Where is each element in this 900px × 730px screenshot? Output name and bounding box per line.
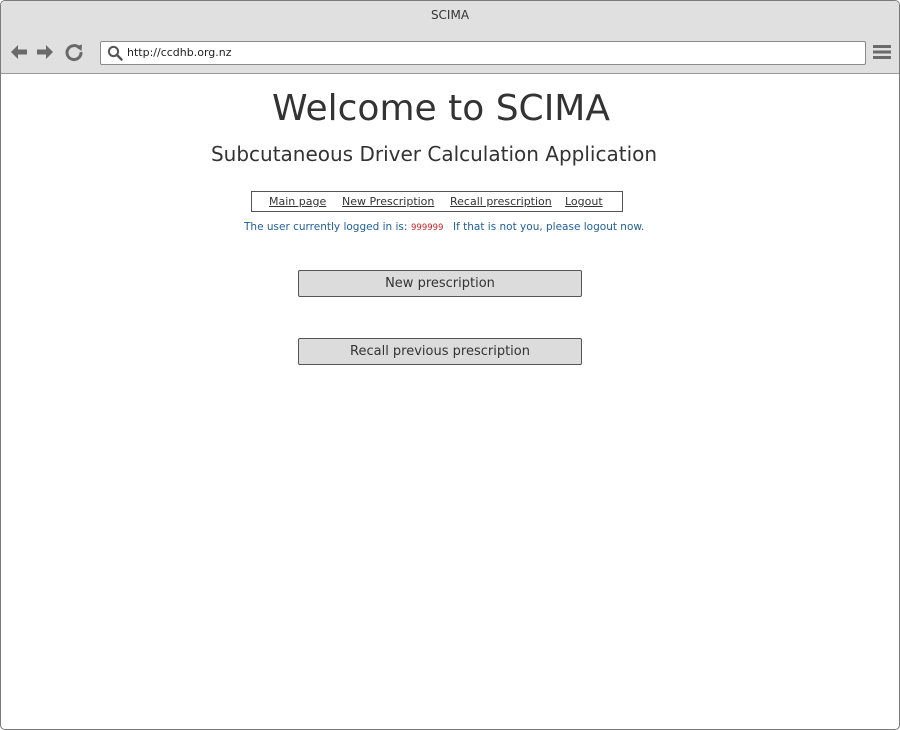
logged-in-user-id: 999999: [411, 223, 444, 233]
window-titlebar: SCIMA: [1, 1, 899, 31]
recall-prescription-button[interactable]: Recall previous prescription: [298, 338, 582, 365]
login-warning-text: If that is not you, please logout now.: [453, 221, 645, 233]
nav-link-recall-prescription[interactable]: Recall prescription: [450, 192, 552, 211]
address-bar[interactable]: http://ccdhb.org.nz: [100, 41, 866, 65]
browser-window: SCIMA http://ccdhb.org.nz Welcome to SCI…: [0, 0, 900, 730]
new-prescription-button[interactable]: New prescription: [298, 270, 582, 297]
page-content: Welcome to SCIMA Subcutaneous Driver Cal…: [1, 74, 899, 729]
search-icon: [107, 45, 123, 61]
page-title: Welcome to SCIMA: [272, 88, 610, 129]
login-status-label: The user currently logged in is:: [244, 221, 408, 233]
nav-link-main-page[interactable]: Main page: [269, 192, 326, 211]
nav-menu: Main page New Prescription Recall prescr…: [251, 191, 623, 212]
window-title: SCIMA: [430, 8, 470, 22]
page-subtitle: Subcutaneous Driver Calculation Applicat…: [210, 142, 658, 166]
reload-icon[interactable]: [64, 42, 84, 62]
nav-link-new-prescription[interactable]: New Prescription: [342, 192, 434, 211]
browser-toolbar: http://ccdhb.org.nz: [1, 31, 899, 74]
arrow-left-icon[interactable]: [9, 42, 29, 62]
arrow-right-icon[interactable]: [35, 42, 55, 62]
address-url[interactable]: http://ccdhb.org.nz: [127, 42, 232, 64]
nav-link-logout[interactable]: Logout: [565, 192, 603, 211]
hamburger-menu-icon[interactable]: [873, 44, 891, 60]
